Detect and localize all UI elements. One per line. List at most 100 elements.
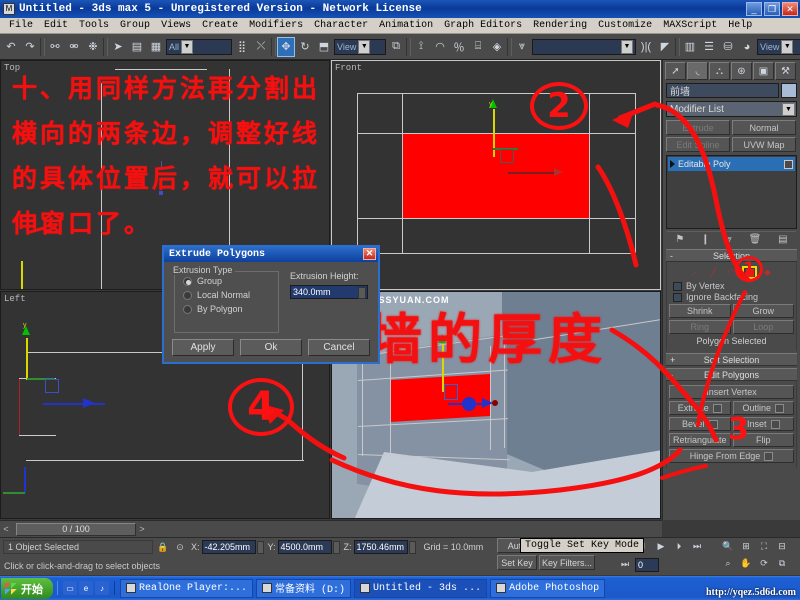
redo-icon[interactable]: ↷: [21, 36, 39, 57]
zoom-icon[interactable]: 🔍: [720, 539, 736, 554]
menu-item-file[interactable]: File: [4, 19, 38, 32]
zoom-extents-icon[interactable]: ⛶: [756, 539, 772, 554]
make-unique-icon[interactable]: ⩔: [726, 234, 732, 245]
inset-button[interactable]: Inset: [732, 417, 794, 431]
zoom-all-icon[interactable]: ⊞: [738, 539, 754, 554]
render-view-dropdown[interactable]: View ▼: [757, 38, 800, 55]
time-prev-arrow[interactable]: <: [0, 522, 12, 536]
show-desktop-icon[interactable]: ▭: [63, 581, 77, 595]
inset-settings-icon[interactable]: [770, 419, 780, 429]
restore-button[interactable]: ❐: [764, 2, 780, 16]
chevron-down-icon[interactable]: ▼: [621, 39, 633, 54]
schematic-view-icon[interactable]: ⛁: [719, 36, 737, 57]
absolute-mode-icon[interactable]: ⊙: [173, 540, 187, 554]
selection-filter-dropdown[interactable]: All ▼: [166, 38, 232, 55]
z-spinner-icon[interactable]: [408, 540, 416, 554]
ref-coord-dropdown[interactable]: View ▼: [334, 38, 386, 55]
radio-group[interactable]: Group: [183, 276, 278, 286]
bind-space-warp-icon[interactable]: ❉: [84, 36, 102, 57]
x-coordinate-field[interactable]: -42.205mm: [201, 540, 256, 554]
media-icon[interactable]: ♪: [95, 581, 109, 595]
key-filters-button[interactable]: Key Filters...: [539, 555, 595, 570]
polygon-icon[interactable]: [742, 266, 757, 279]
angle-snap-icon[interactable]: ◠: [431, 36, 449, 57]
minimize-button[interactable]: _: [746, 2, 762, 16]
show-end-result-icon[interactable]: ❙: [701, 234, 709, 245]
time-slider-handle[interactable]: 0 / 100: [16, 522, 136, 536]
tab-display[interactable]: ▣: [753, 62, 774, 80]
extrusion-height-input[interactable]: 340.0mm: [290, 285, 368, 299]
unlink-icon[interactable]: ⚮: [65, 36, 83, 57]
object-color-swatch[interactable]: [781, 83, 797, 98]
edit-polygons-rollout-header[interactable]: - Edit Polygons: [666, 368, 797, 381]
border-icon[interactable]: ◠: [724, 266, 739, 279]
mirror-icon[interactable]: )|(: [637, 36, 655, 57]
select-object-icon[interactable]: ➤: [109, 36, 127, 57]
tab-modify[interactable]: ◟: [687, 62, 708, 80]
flip-button[interactable]: Flip: [732, 433, 794, 447]
named-selection-input[interactable]: ▼: [532, 38, 636, 55]
arc-rotate-icon[interactable]: ⟳: [756, 556, 772, 571]
current-frame-field[interactable]: 0: [635, 557, 659, 572]
min-max-toggle-icon[interactable]: ⧉: [774, 556, 790, 571]
chevron-down-icon[interactable]: ▼: [781, 39, 794, 54]
remove-modifier-icon[interactable]: 🗑: [749, 234, 762, 245]
set-key-button[interactable]: Set Key: [497, 555, 537, 570]
tab-create[interactable]: ➚: [665, 62, 686, 80]
menu-item-create[interactable]: Create: [197, 19, 243, 32]
insert-vertex-button[interactable]: Insert Vertex: [669, 385, 794, 399]
viewport-perspective[interactable]: Perspective WWW.MISSYUAN.COM: [331, 291, 661, 519]
configure-sets-icon[interactable]: ▤: [778, 234, 787, 245]
layer-manager-icon[interactable]: ▥: [681, 36, 699, 57]
pin-stack-icon[interactable]: ⚑: [675, 234, 684, 245]
stack-item-checkbox[interactable]: [784, 159, 793, 169]
crossing-icon[interactable]: ⣿: [233, 36, 251, 57]
bevel-button[interactable]: Bevel: [669, 417, 731, 431]
modifier-stack[interactable]: Editable Poly: [666, 155, 797, 229]
extrude-polygons-dialog[interactable]: Extrude Polygons ✕ Extrusion Type Group …: [162, 245, 380, 364]
named-selection-sets-icon[interactable]: ◈: [488, 36, 506, 57]
element-icon[interactable]: ◆: [760, 266, 775, 279]
field-of-view-icon[interactable]: ⌕: [720, 556, 736, 571]
select-link-icon[interactable]: ⚯: [46, 36, 64, 57]
align-icon[interactable]: ◤: [656, 36, 674, 57]
menu-item-help[interactable]: Help: [723, 19, 757, 32]
time-slider[interactable]: < 0 / 100 >: [0, 520, 662, 537]
menu-item-maxscript[interactable]: MAXScript: [658, 19, 722, 32]
y-coordinate-field[interactable]: 4500.0mm: [277, 540, 332, 554]
shrink-button[interactable]: Shrink: [669, 304, 731, 318]
radio-local-normal[interactable]: Local Normal: [183, 290, 278, 300]
soft-selection-rollout-header[interactable]: + Soft Selection: [666, 353, 797, 366]
taskbar-item-photoshop[interactable]: Adobe Photoshop: [490, 578, 606, 598]
ring-button[interactable]: Ring: [669, 320, 731, 334]
taskbar-item-realone[interactable]: RealOne Player:...: [120, 578, 254, 598]
chevron-down-icon[interactable]: ▼: [358, 39, 371, 54]
loop-button[interactable]: Loop: [732, 320, 794, 334]
dialog-close-button[interactable]: ✕: [363, 248, 376, 260]
percent-snap-icon[interactable]: ％: [450, 36, 468, 57]
spinner-snap-icon[interactable]: ⌸: [469, 36, 487, 57]
play-icon[interactable]: ▶: [653, 539, 669, 554]
menu-item-group[interactable]: Group: [115, 19, 155, 32]
select-move-icon[interactable]: ✥: [277, 36, 295, 57]
by-vertex-checkbox[interactable]: By Vertex: [673, 281, 794, 291]
snap-toggle-icon[interactable]: ⟟: [412, 36, 430, 57]
zoom-extents-all-icon[interactable]: ⊟: [774, 539, 790, 554]
spinner-icon[interactable]: [358, 287, 366, 299]
modifier-list-dropdown[interactable]: Modifier List ▼: [666, 101, 797, 117]
tab-hierarchy[interactable]: ⛬: [709, 62, 730, 80]
tab-motion[interactable]: ⊛: [731, 62, 752, 80]
menu-item-modifiers[interactable]: Modifiers: [244, 19, 308, 32]
y-spinner-icon[interactable]: [332, 540, 340, 554]
object-name-field[interactable]: 前墙: [666, 83, 779, 98]
stack-item-editable-poly[interactable]: Editable Poly: [668, 157, 795, 171]
retriangulate-button[interactable]: Retriangulate: [669, 433, 731, 447]
mirror-axis-icon[interactable]: ⤬: [252, 36, 270, 57]
modifier-normal-button[interactable]: Normal: [732, 120, 796, 135]
outline-button[interactable]: Outline: [732, 401, 794, 415]
key-mode-icon[interactable]: ⏭: [617, 557, 633, 572]
z-coordinate-field[interactable]: 1750.46mm: [353, 540, 408, 554]
undo-icon[interactable]: ↶: [2, 36, 20, 57]
ok-button[interactable]: Ok: [240, 339, 302, 356]
extrude-settings-icon[interactable]: [712, 403, 722, 413]
